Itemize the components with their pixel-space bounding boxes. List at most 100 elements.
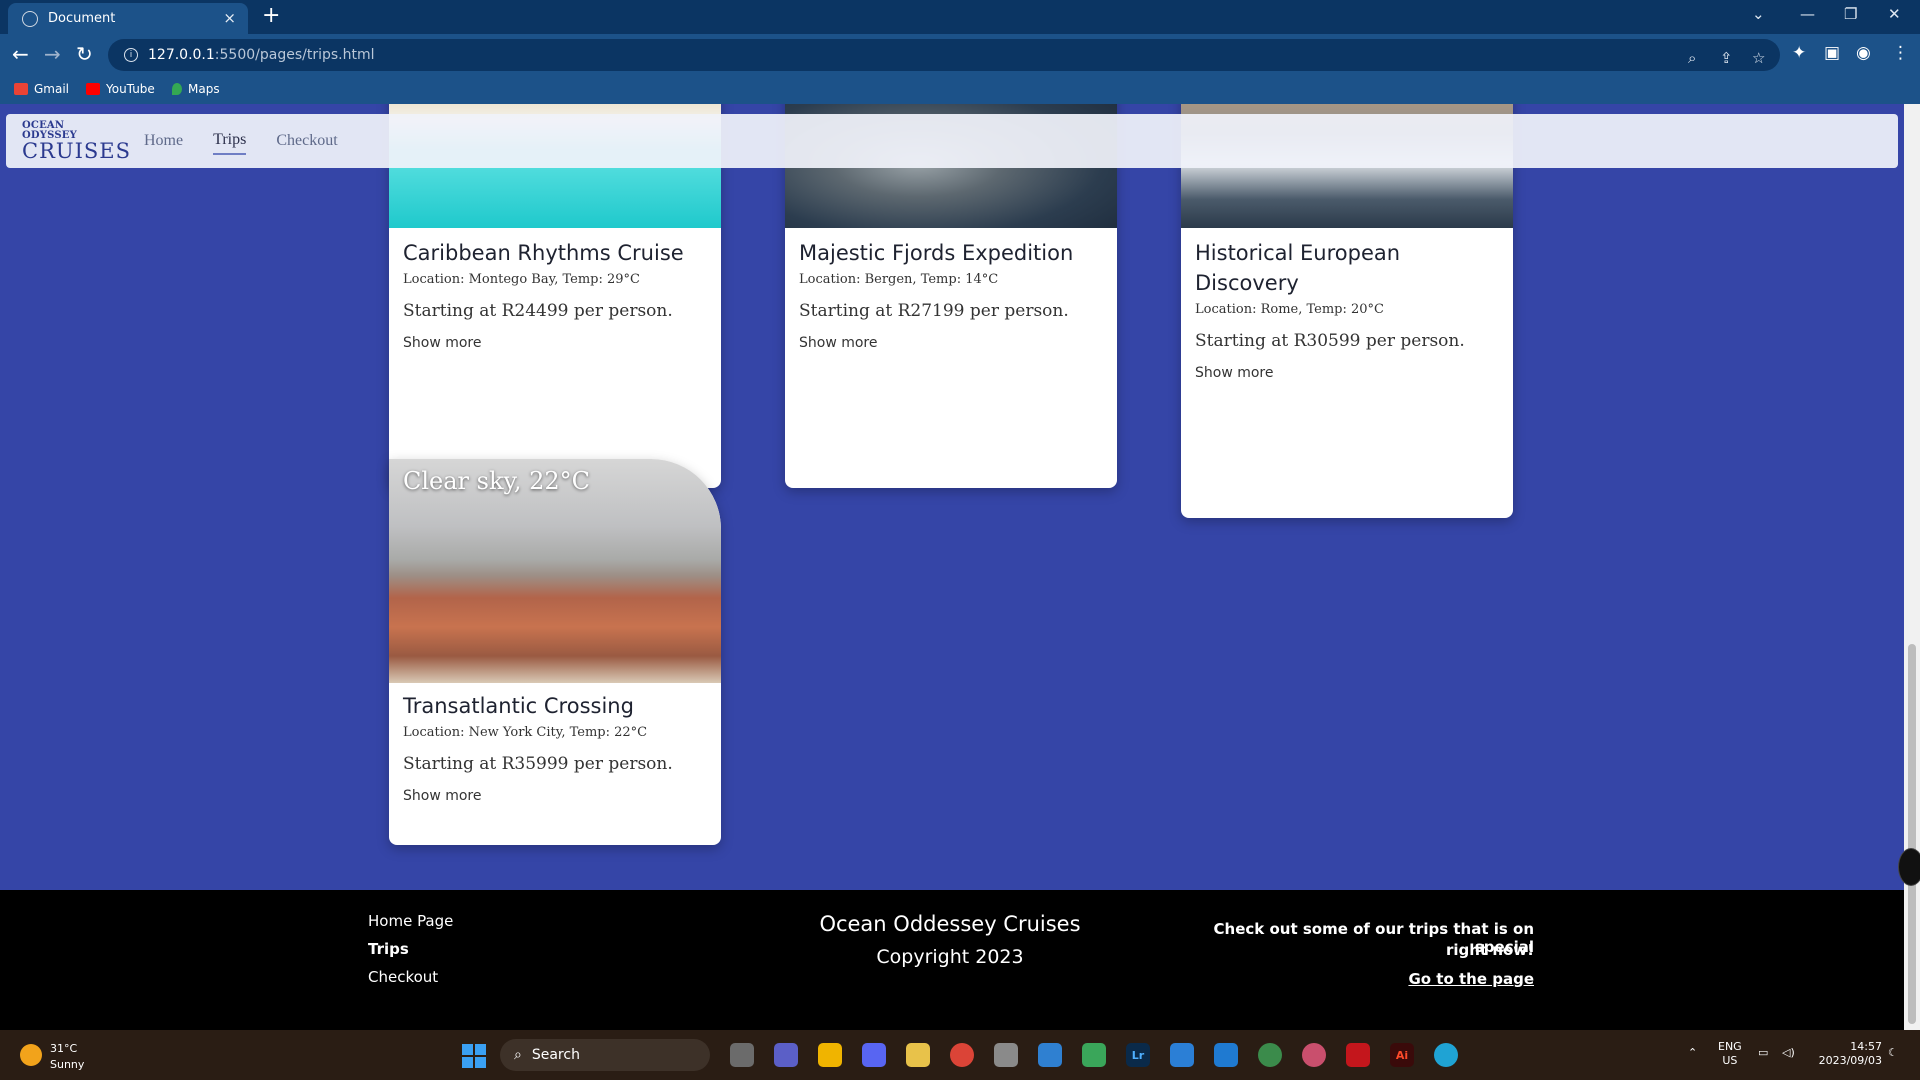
spreadsheet-icon[interactable] (1082, 1043, 1106, 1067)
trip-location: Location: New York City, Temp: 22°C (403, 725, 648, 740)
minimize-icon[interactable]: — (1800, 5, 1815, 23)
address-bar[interactable]: i 127.0.0.1:5500/pages/trips.html ⌕ ⇪ ☆ (108, 39, 1780, 71)
taskbar: 31°C Sunny ⌕ Search Lr Ai ⌃ ENG US ▭ ◁) … (0, 1030, 1920, 1080)
nav-home[interactable]: Home (144, 128, 183, 154)
weather-label: Clear sky, 22°C (403, 467, 591, 495)
trip-title: Caribbean Rhythms Cruise (403, 241, 684, 265)
start-icon[interactable] (462, 1044, 486, 1068)
trip-price: Starting at R24499 per person. (403, 301, 673, 321)
clock[interactable]: 14:57 2023/09/03 (1812, 1040, 1882, 1068)
footer-copyright: Copyright 2023 (876, 946, 1024, 968)
trip-location: Location: Rome, Temp: 20°C (1195, 302, 1384, 317)
share-icon[interactable]: ⇪ (1720, 49, 1733, 67)
bookmarks-bar: Gmail YouTube Maps (0, 76, 1920, 104)
side-panel-handle[interactable] (1898, 848, 1920, 886)
bookmark-maps[interactable]: Maps (172, 82, 220, 96)
site-info-icon[interactable]: i (124, 48, 138, 62)
acrobat-icon[interactable] (1346, 1043, 1370, 1067)
footer-home-link[interactable]: Home Page (368, 912, 453, 930)
trip-card-body: Caribbean Rhythms Cruise Location: Monte… (389, 238, 698, 351)
scrollbar-thumb[interactable] (1908, 644, 1916, 1024)
network-icon[interactable]: ▭ (1758, 1046, 1768, 1060)
youtube-icon (86, 83, 100, 95)
back-icon[interactable]: ← (12, 43, 29, 65)
side-panel-icon[interactable]: ▣ (1824, 43, 1840, 63)
trip-title: Majestic Fjords Expedition (799, 241, 1074, 265)
browser-tab[interactable]: Document × (8, 3, 248, 34)
weather-temp: 31°C (50, 1042, 78, 1055)
trip-card: Clear sky, 22°C Transatlantic Crossing L… (389, 459, 721, 845)
show-more-link[interactable]: Show more (403, 788, 482, 804)
taskbar-search[interactable]: ⌕ Search (500, 1039, 710, 1071)
teams-icon[interactable] (774, 1043, 798, 1067)
trip-card-body: Transatlantic Crossing Location: New Yor… (389, 691, 687, 804)
site-logo[interactable]: OCEAN ODYSSEY CRUISES (22, 120, 130, 162)
page-content: Caribbean Rhythms Cruise Location: Monte… (0, 104, 1904, 1030)
trip-card-body: Historical European Discovery Location: … (1181, 238, 1501, 381)
tab-title: Document (48, 11, 116, 26)
weather-sun-icon[interactable] (20, 1044, 42, 1066)
illustrator-icon[interactable]: Ai (1390, 1043, 1414, 1067)
reload-icon[interactable]: ↻ (76, 43, 93, 65)
trip-image: Clear sky, 22°C (389, 459, 721, 683)
trip-card-body: Majestic Fjords Expedition Location: Ber… (785, 238, 1087, 351)
trip-title: Historical European Discovery (1195, 241, 1401, 295)
close-window-icon[interactable]: ✕ (1888, 5, 1901, 23)
tool-icon[interactable] (994, 1043, 1018, 1067)
new-tab-button[interactable]: + (262, 4, 280, 28)
weather-condition: Sunny (50, 1058, 85, 1071)
browser-toolbar: ← → ↻ i 127.0.0.1:5500/pages/trips.html … (0, 34, 1920, 76)
trip-location: Location: Bergen, Temp: 14°C (799, 272, 999, 287)
page-scrollbar[interactable] (1904, 104, 1920, 1030)
vscode-icon[interactable] (1214, 1043, 1238, 1067)
bookmark-star-icon[interactable]: ☆ (1752, 49, 1765, 67)
footer-checkout-link[interactable]: Checkout (368, 968, 438, 986)
url-path: :5500/pages/trips.html (214, 47, 375, 63)
globe-icon (22, 10, 38, 27)
lightroom-icon[interactable]: Lr (1126, 1043, 1150, 1067)
chrome-active-icon[interactable] (1302, 1043, 1326, 1067)
footer-promo-line2: right now! (1445, 941, 1534, 959)
volume-icon[interactable]: ◁) (1782, 1046, 1795, 1060)
menu-icon[interactable]: ⋮ (1892, 43, 1909, 63)
tab-search-icon[interactable]: ⌄ (1752, 5, 1765, 23)
tray-chevron-icon[interactable]: ⌃ (1688, 1046, 1697, 1060)
tab-bar: Document × + ⌄ — ❐ ✕ (0, 0, 1920, 34)
restore-icon[interactable]: ❐ (1844, 5, 1857, 23)
extensions-icon[interactable]: ✦ (1792, 43, 1806, 63)
notification-icon[interactable]: ☾ (1888, 1046, 1898, 1060)
footer-trips-link[interactable]: Trips (368, 940, 409, 958)
bookmark-youtube[interactable]: YouTube (86, 82, 155, 96)
trip-title: Transatlantic Crossing (403, 694, 634, 718)
bookmark-gmail[interactable]: Gmail (14, 82, 69, 96)
forward-icon[interactable]: → (44, 43, 61, 65)
store-icon[interactable] (1038, 1043, 1062, 1067)
trip-price: Starting at R35999 per person. (403, 754, 673, 774)
show-more-link[interactable]: Show more (1195, 365, 1274, 381)
gmail-icon (14, 83, 28, 95)
trip-price: Starting at R27199 per person. (799, 301, 1069, 321)
discord-icon[interactable] (862, 1043, 886, 1067)
site-footer: Home Page Trips Checkout Ocean Oddessey … (0, 890, 1904, 1030)
show-more-link[interactable]: Show more (799, 335, 878, 351)
app-cube-icon[interactable] (906, 1043, 930, 1067)
nav-trips[interactable]: Trips (213, 127, 247, 155)
trip-location: Location: Montego Bay, Temp: 29°C (403, 272, 640, 287)
close-tab-icon[interactable]: × (223, 9, 236, 27)
photos-icon[interactable] (1170, 1043, 1194, 1067)
show-more-link[interactable]: Show more (403, 335, 482, 351)
chrome-profile-icon[interactable] (1258, 1043, 1282, 1067)
nav-checkout[interactable]: Checkout (276, 128, 337, 154)
footer-go-link[interactable]: Go to the page (1160, 970, 1534, 988)
language-indicator[interactable]: ENG US (1718, 1040, 1742, 1068)
task-view-icon[interactable] (730, 1043, 754, 1067)
profile-icon[interactable]: ◉ (1856, 43, 1871, 63)
maps-icon (172, 83, 182, 95)
search-icon: ⌕ (514, 1047, 522, 1063)
file-explorer-icon[interactable] (818, 1043, 842, 1067)
zoom-icon[interactable]: ⌕ (1688, 49, 1696, 67)
chrome-icon[interactable] (950, 1043, 974, 1067)
url-host: 127.0.0.1 (148, 47, 215, 63)
trip-price: Starting at R30599 per person. (1195, 331, 1465, 351)
app-c-icon[interactable] (1434, 1043, 1458, 1067)
